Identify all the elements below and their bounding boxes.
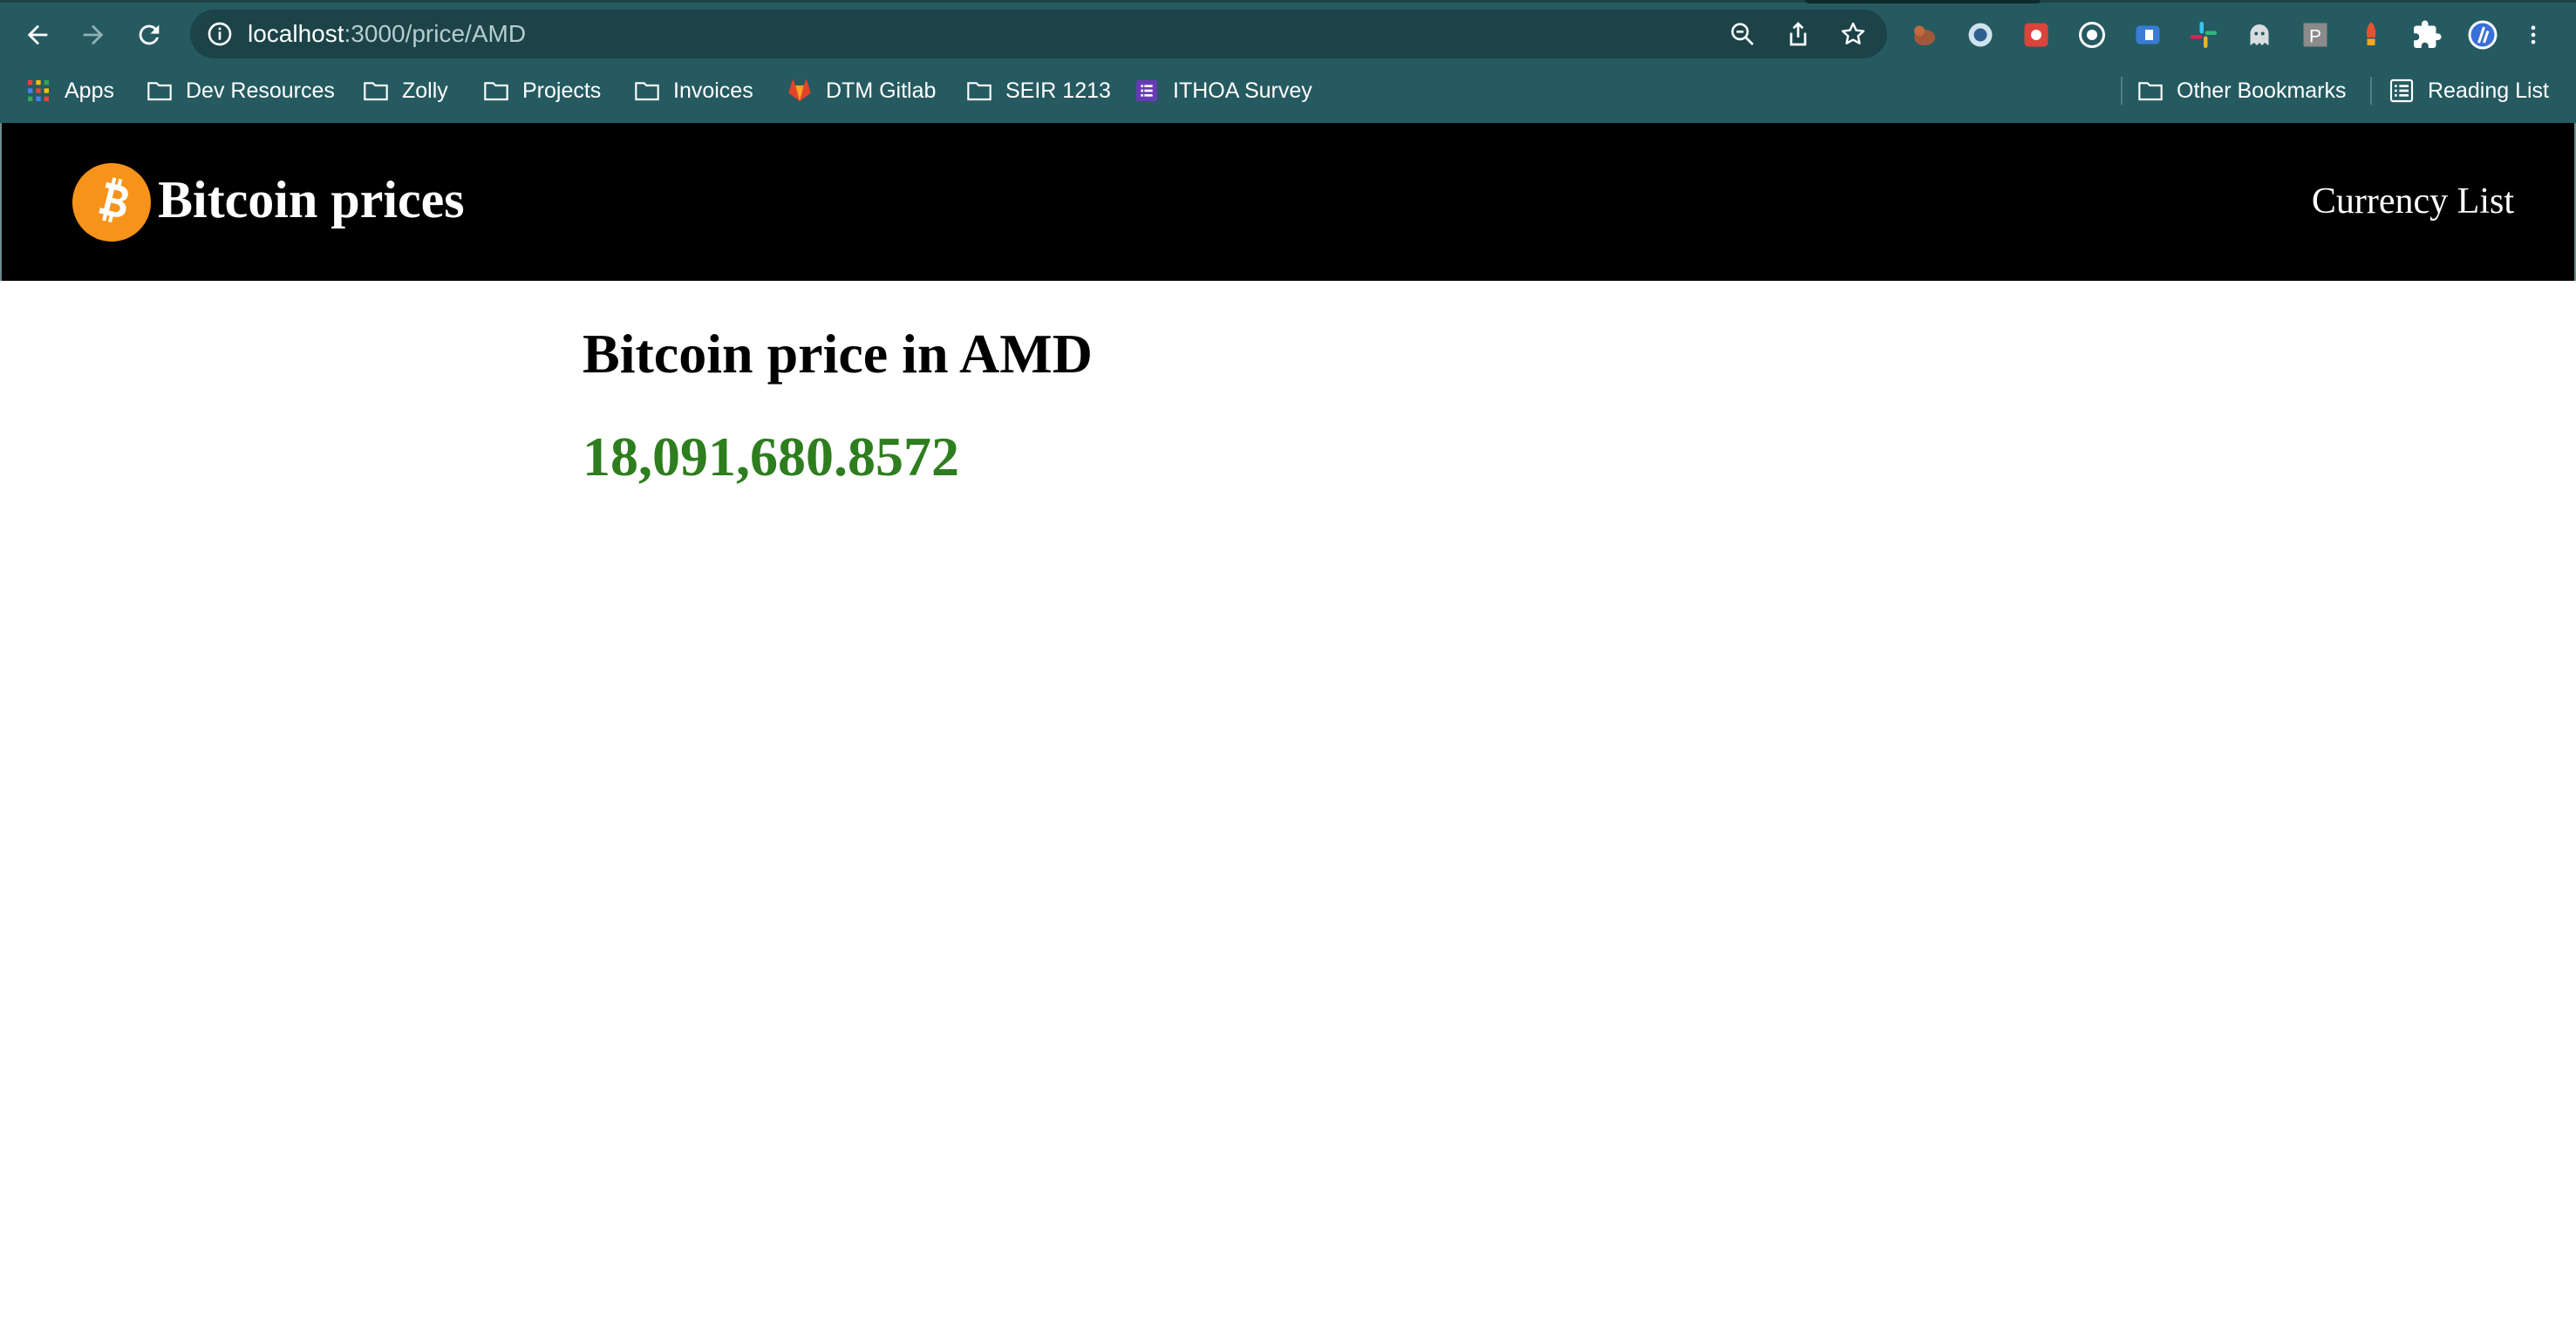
share-button[interactable]: [1782, 18, 1814, 50]
extension-p-label: P: [2309, 26, 2321, 46]
url-host: localhost: [248, 20, 344, 47]
apps-grid-icon: [28, 80, 49, 101]
site-info-icon[interactable]: [206, 20, 234, 48]
folder-icon: [364, 82, 388, 101]
tab-strip-edge: [0, 0, 2576, 3]
profile-avatar[interactable]: [2465, 17, 2500, 52]
p-letter-icon: P: [2303, 23, 2327, 47]
bookmark-other-bookmarks[interactable]: Other Bookmarks: [2136, 72, 2347, 110]
zoom-out-icon: [1731, 23, 1754, 45]
bookmark-apps[interactable]: Apps: [24, 72, 114, 110]
bookmark-dtm-gitlab[interactable]: DTM Gitlab: [786, 72, 936, 110]
currency-list-link[interactable]: Currency List: [2312, 175, 2514, 228]
page-title: Bitcoin price in AMD: [583, 323, 1093, 385]
folder-icon: [2138, 82, 2163, 101]
bitcoin-price-value: 18,091,680.8572: [583, 426, 959, 487]
extension-p[interactable]: P: [2298, 17, 2333, 52]
circle-logo-icon: [1968, 23, 1993, 47]
arrow-right-icon: [83, 24, 104, 45]
star-icon: [1841, 22, 1865, 44]
url-text[interactable]: localhost:3000/price/AMD: [248, 20, 526, 48]
extension-blue-badge[interactable]: [2130, 17, 2165, 52]
bookmark-label: Other Bookmarks: [2177, 78, 2347, 103]
browser-chrome: localhost:3000/price/AMD P Apps Dev Reso…: [0, 0, 2576, 123]
folder-icon: [967, 82, 992, 101]
extension-slack[interactable]: [2186, 17, 2221, 52]
reload-button[interactable]: [130, 16, 168, 54]
share-icon: [1789, 22, 1807, 46]
site-header: Bitcoin prices Currency List: [0, 123, 2576, 281]
site-brand-title[interactable]: Bitcoin prices: [158, 165, 465, 235]
puzzle-icon: [2414, 20, 2442, 48]
blue-badge-icon: [2136, 25, 2160, 44]
extension-target[interactable]: [2075, 17, 2109, 52]
bookmark-label: Projects: [522, 78, 602, 103]
folder-icon: [147, 82, 172, 101]
ghost-icon: [2250, 24, 2269, 45]
bookmark-label: Apps: [65, 78, 114, 103]
bookmark-label: SEIR 1213: [1005, 78, 1111, 103]
bookmark-zolly[interactable]: Zolly: [362, 72, 448, 110]
folder-icon: [484, 82, 508, 101]
arrow-left-icon: [27, 24, 48, 45]
forward-button[interactable]: [74, 16, 112, 54]
bookmark-invoices[interactable]: Invoices: [633, 72, 753, 110]
extension-circle[interactable]: [1963, 17, 1998, 52]
bug-icon: [2024, 23, 2048, 47]
squirrel-icon: [1914, 25, 1935, 45]
slack-icon: [2191, 22, 2217, 48]
bookmarks-bar: Apps Dev Resources Zolly Projects Invoic…: [0, 72, 2576, 110]
reading-list-icon: [2389, 78, 2414, 103]
kebab-menu-icon: [2531, 25, 2536, 44]
back-button[interactable]: [18, 16, 57, 54]
bookmark-label: Dev Resources: [186, 78, 335, 103]
bitcoin-logo-icon[interactable]: [72, 163, 151, 242]
extension-squirrel[interactable]: [1907, 17, 1942, 52]
target-icon: [2079, 22, 2105, 48]
bookmark-label: Reading List: [2428, 78, 2549, 103]
reload-icon: [139, 24, 160, 45]
bookmarks-divider: [2121, 77, 2123, 105]
bookmark-ithoa-survey[interactable]: ITHOA Survey: [1133, 72, 1312, 110]
bookmark-star-button[interactable]: [1837, 18, 1869, 50]
folder-icon: [635, 82, 659, 101]
browser-menu-button[interactable]: [2521, 17, 2545, 52]
bookmark-label: Zolly: [402, 78, 448, 103]
active-tab-edge[interactable]: [1805, 0, 2041, 3]
forms-icon: [1136, 80, 1157, 101]
extension-rocket[interactable]: [2354, 17, 2389, 52]
reading-list-button[interactable]: Reading List: [2388, 72, 2549, 110]
extension-red[interactable]: [2019, 17, 2054, 52]
url-path: :3000/price/AMD: [344, 20, 527, 47]
bookmark-dev-resources[interactable]: Dev Resources: [146, 72, 335, 110]
extensions-menu-button[interactable]: [2409, 17, 2444, 52]
gitlab-icon: [788, 78, 811, 101]
address-bar[interactable]: localhost:3000/price/AMD: [190, 10, 1887, 58]
rocket-icon: [2366, 22, 2376, 45]
extension-ghost[interactable]: [2242, 17, 2277, 52]
avatar-icon: [2468, 20, 2498, 50]
zoom-button[interactable]: [1727, 18, 1758, 50]
bookmark-label: Invoices: [673, 78, 753, 103]
bookmarks-divider: [2370, 77, 2372, 105]
bookmark-label: ITHOA Survey: [1173, 78, 1312, 103]
bookmark-projects[interactable]: Projects: [482, 72, 601, 110]
bookmark-label: DTM Gitlab: [826, 78, 937, 103]
bookmark-seir-1213[interactable]: SEIR 1213: [965, 72, 1111, 110]
